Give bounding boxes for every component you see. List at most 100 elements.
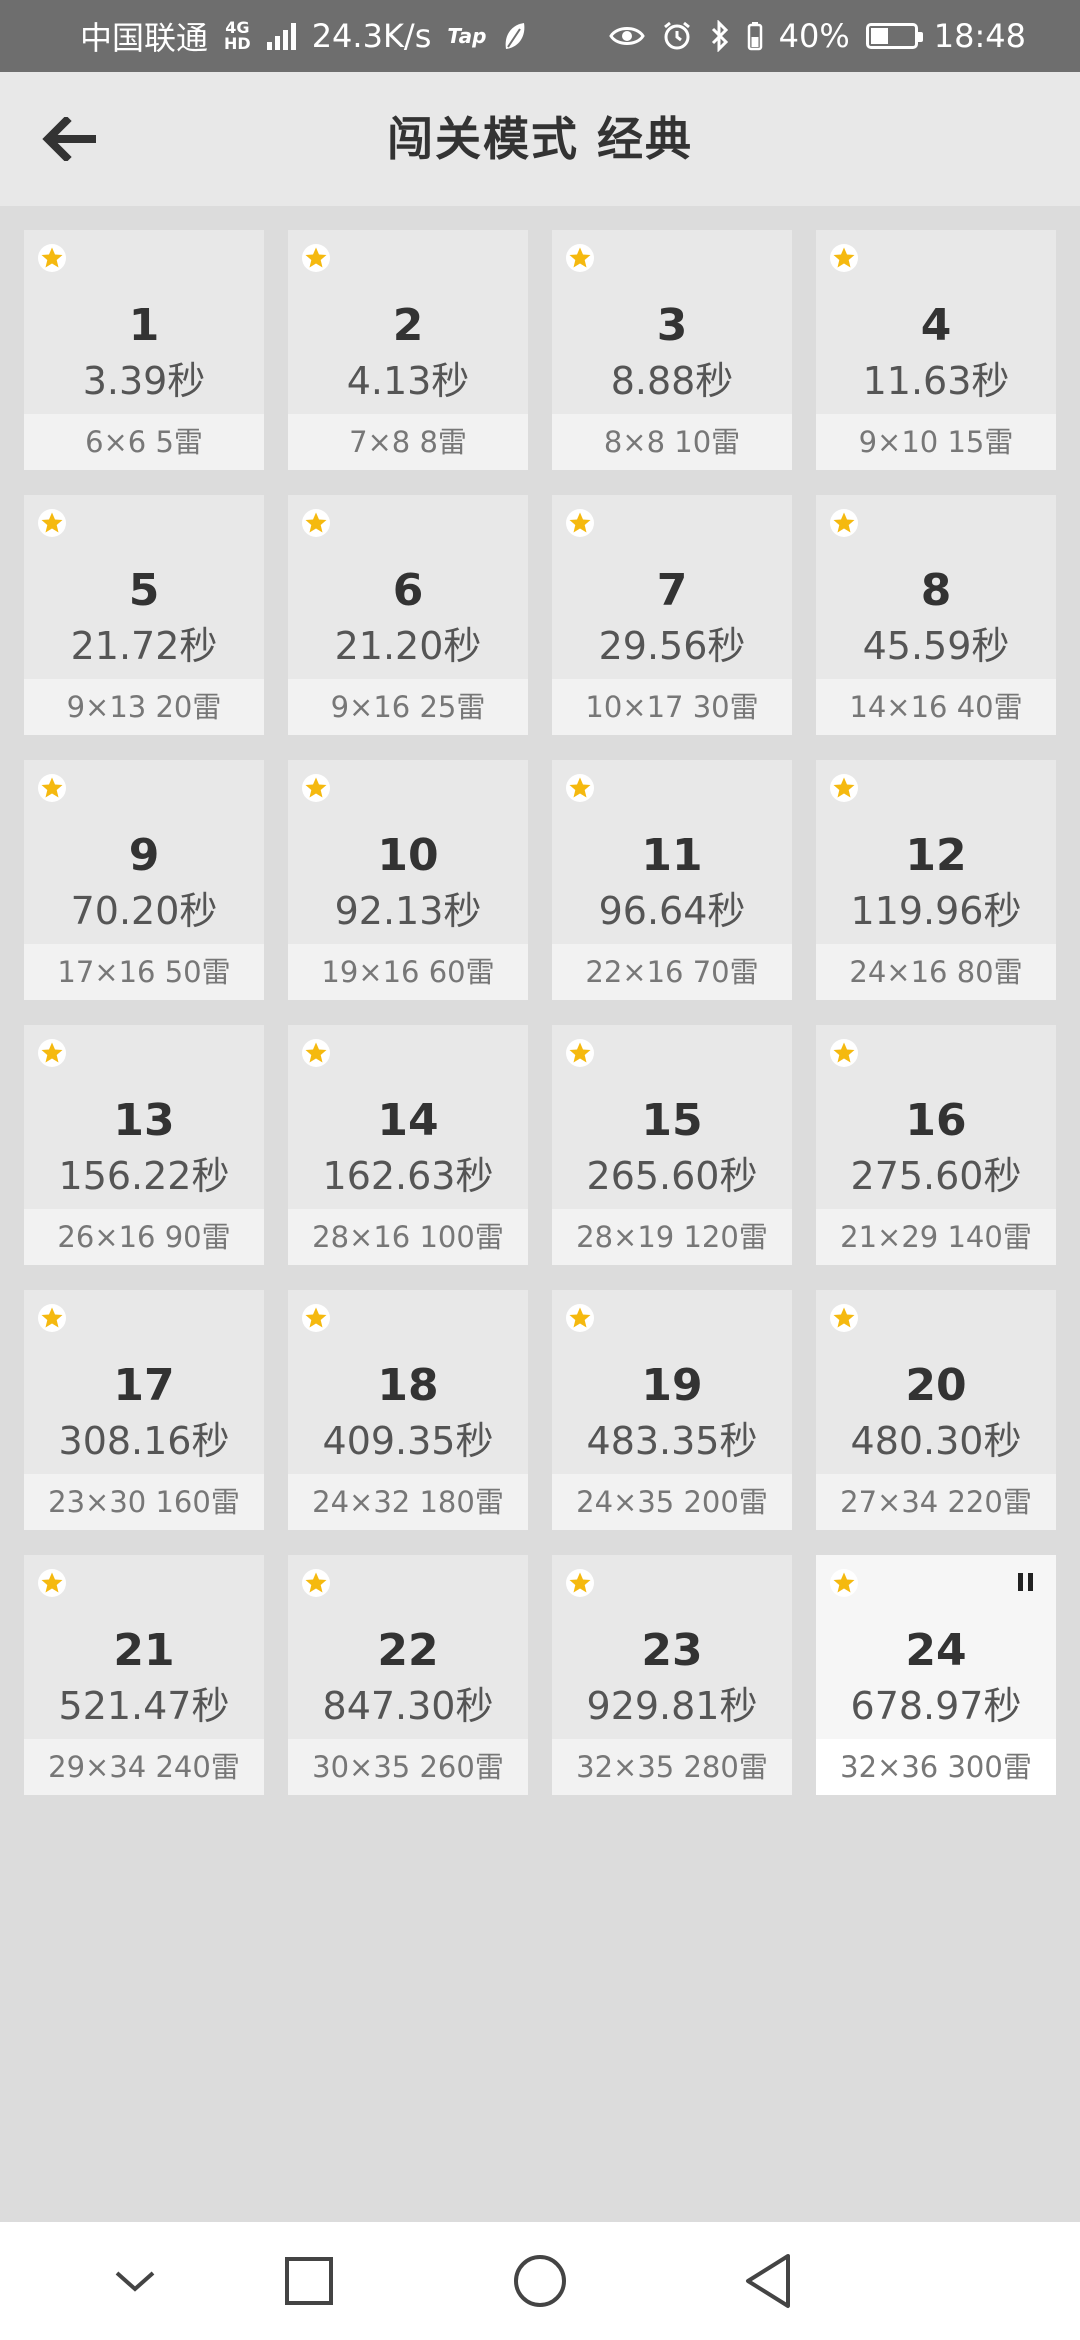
- level-card-19[interactable]: 19 483.35秒 24×35 200雷: [552, 1290, 792, 1530]
- level-best-time: 21.72秒: [70, 624, 218, 668]
- level-card-21[interactable]: 21 521.47秒 29×34 240雷: [24, 1555, 264, 1795]
- level-card-20[interactable]: 20 480.30秒 27×34 220雷: [816, 1290, 1056, 1530]
- bluetooth-icon: [711, 20, 728, 52]
- battery-percent: 40%: [778, 17, 850, 55]
- level-board-info: 28×16 100雷: [288, 1209, 528, 1265]
- level-card-10[interactable]: 10 92.13秒 19×16 60雷: [288, 760, 528, 1000]
- level-board-info: 9×10 15雷: [816, 414, 1056, 470]
- level-number: 8: [920, 565, 952, 616]
- level-board-info: 32×36 300雷: [816, 1739, 1056, 1795]
- level-best-time: 96.64秒: [598, 889, 746, 933]
- level-best-time: 4.13秒: [346, 359, 470, 403]
- level-board-info: 29×34 240雷: [24, 1739, 264, 1795]
- star-icon: [566, 1039, 594, 1067]
- level-number: 20: [905, 1360, 967, 1411]
- triangle-back-icon: [746, 2254, 790, 2308]
- level-board-info: 19×16 60雷: [288, 944, 528, 1000]
- level-best-time: 11.63秒: [862, 359, 1010, 403]
- level-number: 5: [128, 565, 160, 616]
- level-card-1[interactable]: 1 3.39秒 6×6 5雷: [24, 230, 264, 470]
- level-card-6[interactable]: 6 21.20秒 9×16 25雷: [288, 495, 528, 735]
- level-board-info: 30×35 260雷: [288, 1739, 528, 1795]
- level-board-info: 8×8 10雷: [552, 414, 792, 470]
- pause-icon: [1018, 1573, 1036, 1593]
- level-number: 2: [392, 300, 424, 351]
- level-number: 10: [377, 830, 439, 881]
- level-card-9[interactable]: 9 70.20秒 17×16 50雷: [24, 760, 264, 1000]
- nav-recents-button[interactable]: [274, 2246, 344, 2316]
- level-card-15[interactable]: 15 265.60秒 28×19 120雷: [552, 1025, 792, 1265]
- level-board-info: 21×29 140雷: [816, 1209, 1056, 1265]
- level-number: 22: [377, 1625, 439, 1676]
- tap-app-icon: Tap: [447, 24, 487, 48]
- level-card-14[interactable]: 14 162.63秒 28×16 100雷: [288, 1025, 528, 1265]
- level-card-17[interactable]: 17 308.16秒 23×30 160雷: [24, 1290, 264, 1530]
- status-right: 40% 18:48: [608, 17, 1026, 55]
- alarm-icon: [663, 21, 690, 50]
- level-best-time: 45.59秒: [862, 624, 1010, 668]
- level-best-time: 847.30秒: [322, 1684, 494, 1728]
- level-card-18[interactable]: 18 409.35秒 24×32 180雷: [288, 1290, 528, 1530]
- level-best-time: 21.20秒: [334, 624, 482, 668]
- nav-collapse-button[interactable]: [100, 2246, 170, 2316]
- nav-back-button[interactable]: [733, 2246, 803, 2316]
- level-card-13[interactable]: 13 156.22秒 26×16 90雷: [24, 1025, 264, 1265]
- star-icon: [302, 244, 330, 272]
- star-icon: [302, 1304, 330, 1332]
- star-icon: [830, 509, 858, 537]
- clock: 18:48: [933, 17, 1026, 55]
- navigation-bar: [0, 2222, 1080, 2340]
- star-icon: [38, 1304, 66, 1332]
- level-board-info: 10×17 30雷: [552, 679, 792, 735]
- level-best-time: 92.13秒: [334, 889, 482, 933]
- level-best-time: 275.60秒: [850, 1154, 1022, 1198]
- level-card-22[interactable]: 22 847.30秒 30×35 260雷: [288, 1555, 528, 1795]
- level-number: 24: [905, 1625, 967, 1676]
- star-icon: [830, 244, 858, 272]
- level-card-11[interactable]: 11 96.64秒 22×16 70雷: [552, 760, 792, 1000]
- level-best-time: 308.16秒: [58, 1419, 230, 1463]
- star-icon: [830, 774, 858, 802]
- level-board-info: 24×16 80雷: [816, 944, 1056, 1000]
- nav-home-button[interactable]: [505, 2246, 575, 2316]
- level-number: 17: [113, 1360, 175, 1411]
- level-card-3[interactable]: 3 8.88秒 8×8 10雷: [552, 230, 792, 470]
- level-best-time: 409.35秒: [322, 1419, 494, 1463]
- level-best-time: 70.20秒: [70, 889, 218, 933]
- leaf-app-icon: [506, 23, 525, 49]
- level-number: 13: [113, 1095, 175, 1146]
- level-number: 12: [905, 830, 967, 881]
- level-grid: 1 3.39秒 6×6 5雷 2 4.13秒 7×8 8雷 3 8.88秒 8×…: [24, 230, 1056, 1795]
- level-board-info: 26×16 90雷: [24, 1209, 264, 1265]
- level-card-24[interactable]: 24 678.97秒 32×36 300雷: [816, 1555, 1056, 1795]
- level-board-info: 9×16 25雷: [288, 679, 528, 735]
- status-left: 中国联通 4G HD 24.3K/s Tap: [80, 13, 528, 59]
- star-icon: [38, 509, 66, 537]
- level-best-time: 119.96秒: [850, 889, 1022, 933]
- level-card-12[interactable]: 12 119.96秒 24×16 80雷: [816, 760, 1056, 1000]
- level-card-5[interactable]: 5 21.72秒 9×13 20雷: [24, 495, 264, 735]
- level-best-time: 29.56秒: [598, 624, 746, 668]
- star-icon: [302, 774, 330, 802]
- star-icon: [302, 509, 330, 537]
- app-header: 闯关模式 经典: [0, 72, 1080, 206]
- level-board-info: 14×16 40雷: [816, 679, 1056, 735]
- level-best-time: 8.88秒: [610, 359, 734, 403]
- level-board-info: 24×32 180雷: [288, 1474, 528, 1530]
- star-icon: [830, 1304, 858, 1332]
- level-number: 16: [905, 1095, 967, 1146]
- level-board-info: 27×34 220雷: [816, 1474, 1056, 1530]
- star-icon: [38, 1039, 66, 1067]
- level-best-time: 3.39秒: [82, 359, 206, 403]
- star-icon: [302, 1039, 330, 1067]
- level-card-16[interactable]: 16 275.60秒 21×29 140雷: [816, 1025, 1056, 1265]
- star-icon: [566, 1304, 594, 1332]
- carrier-name: 中国联通: [80, 19, 209, 57]
- level-card-8[interactable]: 8 45.59秒 14×16 40雷: [816, 495, 1056, 735]
- level-card-7[interactable]: 7 29.56秒 10×17 30雷: [552, 495, 792, 735]
- level-card-2[interactable]: 2 4.13秒 7×8 8雷: [288, 230, 528, 470]
- status-bar: 中国联通 4G HD 24.3K/s Tap 40% 18:48: [0, 0, 1080, 72]
- level-card-23[interactable]: 23 929.81秒 32×35 280雷: [552, 1555, 792, 1795]
- level-number: 4: [920, 300, 952, 351]
- level-card-4[interactable]: 4 11.63秒 9×10 15雷: [816, 230, 1056, 470]
